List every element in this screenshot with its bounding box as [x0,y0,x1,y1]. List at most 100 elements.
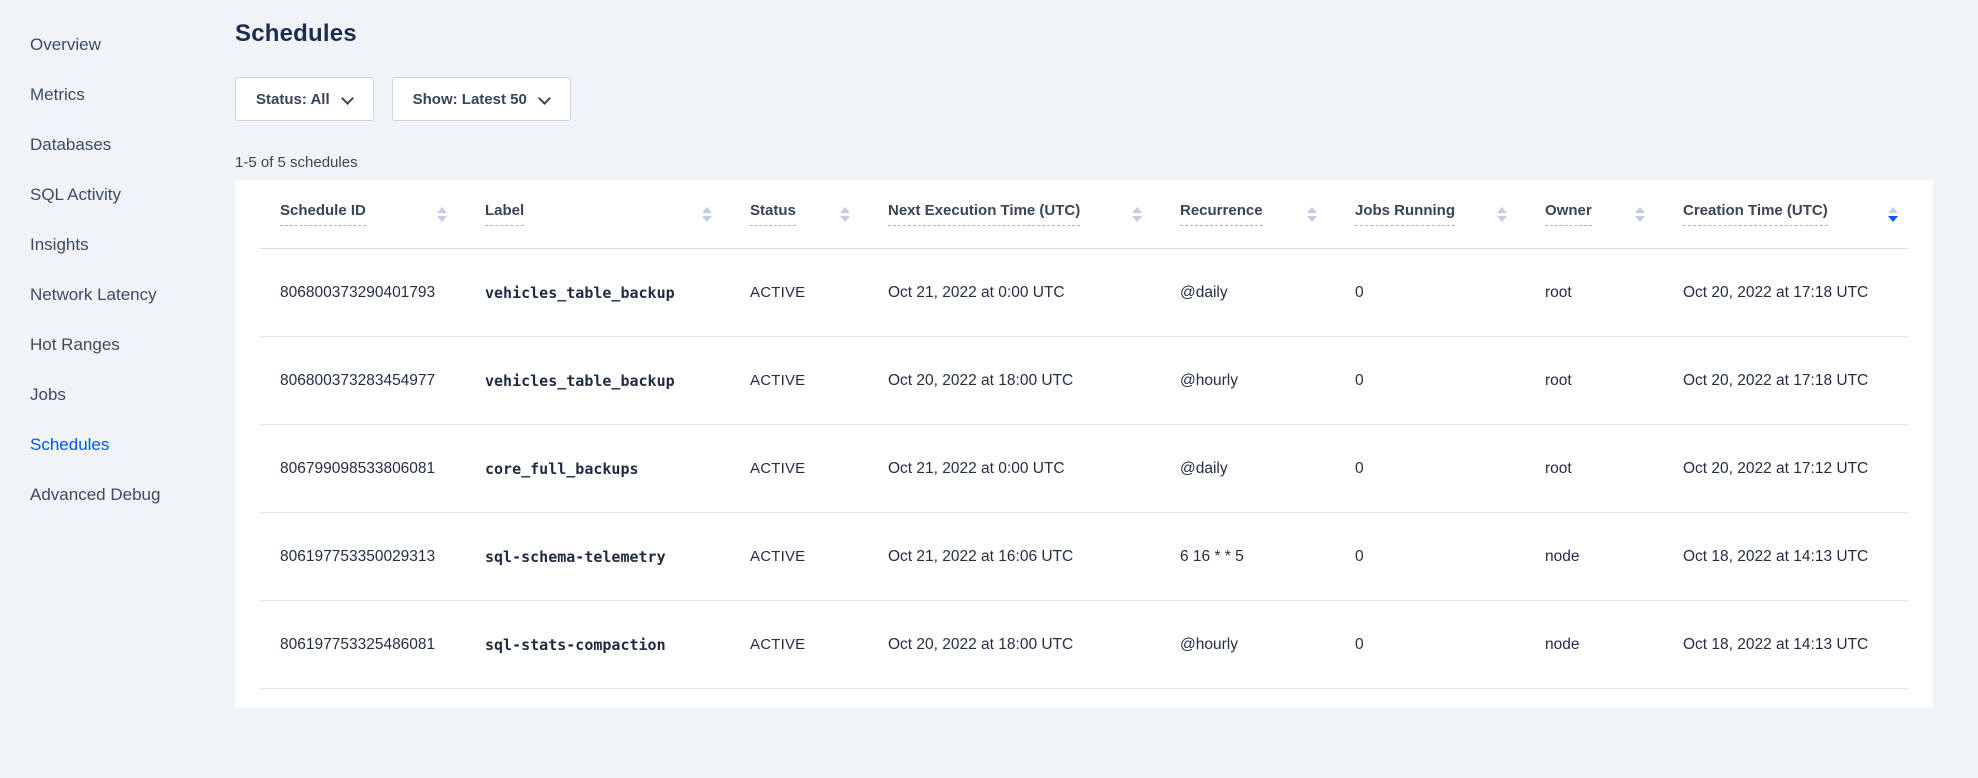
cell-next-execution-time: Oct 21, 2022 at 0:00 UTC [888,460,1180,478]
column-header-status[interactable]: Status [750,202,888,226]
sort-down-arrow-icon [1635,216,1645,222]
table-row: 806197753350029313 sql-schema-telemetry … [260,513,1908,601]
sort-down-arrow-icon [840,216,850,222]
chevron-down-icon [539,92,550,103]
column-header-label: Recurrence [1180,202,1263,226]
sort-down-arrow-icon [437,216,447,222]
cell-creation-time: Oct 18, 2022 at 14:13 UTC [1683,636,1908,654]
status-filter-label: Status: All [256,91,330,108]
column-header-label[interactable]: Label [485,202,750,226]
sidebar-item-jobs[interactable]: Jobs [0,370,235,420]
sort-icon [1132,207,1142,222]
cell-status: ACTIVE [750,548,888,565]
column-header-jobs-running[interactable]: Jobs Running [1355,202,1545,226]
cell-owner: node [1545,548,1683,566]
sidebar-item-sql-activity[interactable]: SQL Activity [0,170,235,220]
column-header-label: Creation Time (UTC) [1683,202,1828,226]
filter-bar: Status: All Show: Latest 50 [235,77,1933,121]
cell-label: vehicles_table_backup [485,372,750,390]
sidebar-item-hot-ranges[interactable]: Hot Ranges [0,320,235,370]
cell-status: ACTIVE [750,636,888,653]
table-row: 806799098533806081 core_full_backups ACT… [260,425,1908,513]
cell-jobs-running: 0 [1355,372,1545,390]
sidebar-item-databases[interactable]: Databases [0,120,235,170]
table-row: 806197753325486081 sql-stats-compaction … [260,601,1908,689]
sort-up-arrow-icon [1307,207,1317,213]
cell-label: vehicles_table_backup [485,284,750,302]
cell-recurrence: @daily [1180,460,1355,478]
column-header-creation-time-utc[interactable]: Creation Time (UTC) [1683,202,1908,226]
sort-icon [702,207,712,222]
cell-label: sql-schema-telemetry [485,548,750,566]
sidebar-item-network-latency[interactable]: Network Latency [0,270,235,320]
status-filter-dropdown[interactable]: Status: All [235,77,374,121]
chevron-down-icon [342,92,353,103]
cell-next-execution-time: Oct 20, 2022 at 18:00 UTC [888,372,1180,390]
cell-next-execution-time: Oct 21, 2022 at 16:06 UTC [888,548,1180,566]
table-row: 806800373283454977 vehicles_table_backup… [260,337,1908,425]
table-row: 806800373290401793 vehicles_table_backup… [260,249,1908,337]
page-title: Schedules [235,20,1933,48]
cell-status: ACTIVE [750,372,888,389]
column-header-label: Label [485,202,524,226]
cell-recurrence: 6 16 * * 5 [1180,548,1355,566]
column-header-owner[interactable]: Owner [1545,202,1683,226]
sort-down-arrow-icon [702,216,712,222]
sort-up-arrow-icon [1635,207,1645,213]
cell-creation-time: Oct 18, 2022 at 14:13 UTC [1683,548,1908,566]
cell-schedule-id: 806799098533806081 [280,460,485,478]
cell-next-execution-time: Oct 20, 2022 at 18:00 UTC [888,636,1180,654]
column-header-recurrence[interactable]: Recurrence [1180,202,1355,226]
cell-schedule-id: 806197753350029313 [280,548,485,566]
main-content: Schedules Status: All Show: Latest 50 1-… [235,0,1978,708]
show-filter-dropdown[interactable]: Show: Latest 50 [392,77,571,121]
sidebar-item-advanced-debug[interactable]: Advanced Debug [0,470,235,520]
cell-recurrence: @daily [1180,284,1355,302]
sidebar-item-schedules[interactable]: Schedules [0,420,235,470]
sort-icon [437,207,447,222]
column-header-label: Status [750,202,796,226]
cell-status: ACTIVE [750,284,888,301]
table-header-row: Schedule ID Label Status Next Execution … [260,180,1908,249]
cell-jobs-running: 0 [1355,284,1545,302]
sort-up-arrow-icon [1888,207,1898,213]
cell-recurrence: @hourly [1180,372,1355,390]
sort-up-arrow-icon [702,207,712,213]
sort-up-arrow-icon [840,207,850,213]
cell-status: ACTIVE [750,460,888,477]
cell-jobs-running: 0 [1355,548,1545,566]
cell-label: sql-stats-compaction [485,636,750,654]
column-header-label: Next Execution Time (UTC) [888,202,1080,226]
cell-schedule-id: 806197753325486081 [280,636,485,654]
cell-next-execution-time: Oct 21, 2022 at 0:00 UTC [888,284,1180,302]
column-header-schedule-id[interactable]: Schedule ID [280,202,485,226]
sort-up-arrow-icon [1132,207,1142,213]
column-header-label: Owner [1545,202,1592,226]
results-count: 1-5 of 5 schedules [235,154,1933,171]
sort-icon [1635,207,1645,222]
sort-down-arrow-icon [1888,216,1898,222]
sidebar-item-insights[interactable]: Insights [0,220,235,270]
sort-icon [1307,207,1317,222]
cell-label: core_full_backups [485,460,750,478]
cell-jobs-running: 0 [1355,636,1545,654]
cell-jobs-running: 0 [1355,460,1545,478]
sidebar: OverviewMetricsDatabasesSQL ActivityInsi… [0,0,235,778]
column-header-label: Schedule ID [280,202,366,226]
cell-recurrence: @hourly [1180,636,1355,654]
sidebar-item-metrics[interactable]: Metrics [0,70,235,120]
column-header-next-execution-time-utc[interactable]: Next Execution Time (UTC) [888,202,1180,226]
cell-creation-time: Oct 20, 2022 at 17:12 UTC [1683,460,1908,478]
sort-icon [1497,207,1507,222]
sort-down-arrow-icon [1307,216,1317,222]
cell-owner: root [1545,284,1683,302]
column-header-label: Jobs Running [1355,202,1455,226]
show-filter-label: Show: Latest 50 [413,91,527,108]
sort-up-arrow-icon [1497,207,1507,213]
cell-schedule-id: 806800373283454977 [280,372,485,390]
sort-up-arrow-icon [437,207,447,213]
cell-schedule-id: 806800373290401793 [280,284,485,302]
cell-owner: root [1545,460,1683,478]
sidebar-item-overview[interactable]: Overview [0,20,235,70]
cell-owner: node [1545,636,1683,654]
